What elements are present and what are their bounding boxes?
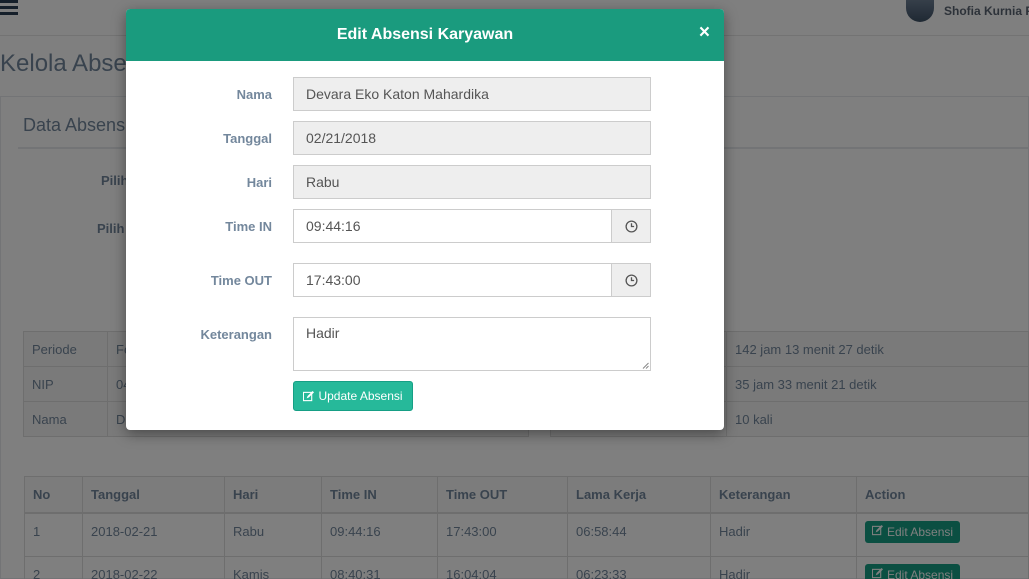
- keterangan-label: Keterangan: [200, 327, 272, 342]
- edit-icon: [303, 390, 315, 401]
- tanggal-field[interactable]: 02/21/2018: [293, 121, 651, 155]
- modal-title: Edit Absensi Karyawan: [336, 26, 514, 43]
- time-out-picker-button[interactable]: [611, 263, 651, 297]
- edit-absensi-modal: Edit Absensi Karyawan × Nama Devara Eko …: [126, 9, 724, 430]
- clock-icon: [624, 219, 638, 233]
- keterangan-value: Hadir: [306, 325, 340, 341]
- resize-handle-icon[interactable]: [642, 362, 649, 369]
- nama-field[interactable]: Devara Eko Katon Mahardika: [293, 77, 651, 111]
- hari-field[interactable]: Rabu: [293, 165, 651, 199]
- time-in-field[interactable]: 09:44:16: [293, 209, 612, 243]
- close-icon[interactable]: ×: [699, 22, 710, 44]
- tanggal-label: Tanggal: [223, 131, 272, 146]
- keterangan-textarea[interactable]: Hadir: [293, 317, 651, 371]
- clock-icon: [624, 273, 638, 287]
- time-out-field[interactable]: 17:43:00: [293, 263, 612, 297]
- modal-header: Edit Absensi Karyawan ×: [126, 9, 724, 61]
- time-in-label: Time IN: [225, 219, 272, 234]
- nama-label: Nama: [236, 87, 272, 102]
- update-absensi-button[interactable]: Update Absensi: [293, 381, 413, 411]
- update-absensi-label: Update Absensi: [318, 389, 403, 403]
- time-in-picker-button[interactable]: [611, 209, 651, 243]
- time-out-label: Time OUT: [210, 273, 272, 288]
- hari-label: Hari: [246, 175, 272, 190]
